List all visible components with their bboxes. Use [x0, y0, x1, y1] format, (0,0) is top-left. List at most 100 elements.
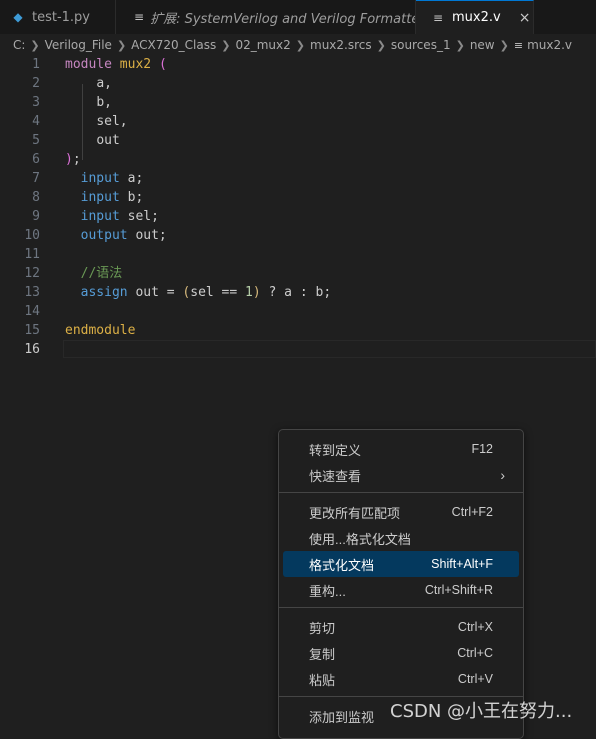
semicolon: ; — [72, 152, 81, 167]
paren: ) — [252, 285, 261, 300]
menu-item-label: 重构... — [309, 583, 346, 599]
line-number: 6 — [32, 152, 40, 167]
menu-item-label: 使用...格式化文档 — [309, 531, 411, 547]
code-line: 1 module mux2 ( — [0, 55, 596, 74]
code-line: 15 endmodule — [0, 321, 596, 340]
keyword: assign — [80, 285, 128, 300]
breadcrumb-item[interactable]: mux2.v — [527, 38, 572, 52]
chevron-right-icon: ❯ — [221, 38, 231, 52]
identifier: out; — [127, 228, 167, 243]
keyword: input — [80, 171, 120, 186]
code-line: 8 input b; — [0, 188, 596, 207]
code-line: 13 assign out = (sel == 1) ? a : b; — [0, 283, 596, 302]
current-line-highlight — [63, 340, 596, 358]
paren: ( — [158, 57, 167, 72]
line-number: 16 — [24, 342, 40, 357]
menu-separator — [279, 492, 523, 493]
watermark: CSDN @小王在努力... — [390, 701, 573, 722]
code-line: 7 input a; — [0, 169, 596, 188]
identifier: sel == — [190, 285, 246, 300]
code-line: 5 out — [0, 131, 596, 150]
menu-item-peek[interactable]: 快速查看 › — [283, 462, 519, 488]
identifier: b; — [119, 190, 144, 205]
code-line: 12 //语法 — [0, 264, 596, 283]
chevron-right-icon: › — [500, 467, 505, 483]
menu-item-copy[interactable]: 复制 Ctrl+C — [283, 640, 519, 666]
breadcrumb-item[interactable]: Verilog_File — [45, 38, 112, 52]
menu-item-label: 剪切 — [309, 620, 336, 636]
menu-item-shortcut: Ctrl+X — [457, 620, 493, 634]
tab-label: test-1.py — [32, 9, 91, 25]
line-number: 11 — [24, 247, 40, 262]
line-number: 10 — [24, 228, 40, 243]
menu-item-label: 添加到监视 — [309, 709, 375, 725]
code-line: 6 ); — [0, 150, 596, 169]
keyword: output — [80, 228, 128, 243]
line-number: 3 — [32, 95, 40, 110]
identifier: sel; — [119, 209, 159, 224]
tab-extension-formatter[interactable]: ≡ 扩展: SystemVerilog and Verilog Formatte… — [116, 0, 416, 34]
breadcrumb-item[interactable]: 02_mux2 — [235, 38, 290, 52]
menu-item-shortcut: Ctrl+V — [457, 672, 493, 686]
tab-label: 扩展: SystemVerilog and Verilog Formatter — [150, 11, 416, 27]
port: b, — [96, 95, 112, 110]
tab-mux2-v[interactable]: ≡ mux2.v × — [416, 0, 534, 34]
menu-item-label: 转到定义 — [309, 442, 362, 458]
code-line: 11 — [0, 245, 596, 264]
breadcrumb-item[interactable]: new — [470, 38, 495, 52]
code-line: 3 b, — [0, 93, 596, 112]
line-number: 4 — [32, 114, 40, 129]
line-number: 1 — [32, 57, 40, 72]
menu-item-go-to-definition[interactable]: 转到定义 F12 — [283, 436, 519, 462]
menu-item-paste[interactable]: 粘贴 Ctrl+V — [283, 666, 519, 692]
keyword: endmodule — [65, 323, 136, 338]
breadcrumb-item[interactable]: ACX720_Class — [131, 38, 216, 52]
line-number: 13 — [24, 285, 40, 300]
menu-item-cut[interactable]: 剪切 Ctrl+X — [283, 614, 519, 640]
keyword: input — [80, 209, 120, 224]
chevron-right-icon: ❯ — [116, 38, 127, 52]
breadcrumb-item[interactable]: sources_1 — [391, 38, 451, 52]
tab-bar: ◆ test-1.py ≡ 扩展: SystemVerilog and Veri… — [0, 0, 596, 34]
code-line: 4 sel, — [0, 112, 596, 131]
keyword: module — [65, 57, 112, 72]
menu-separator — [279, 607, 523, 608]
line-number: 15 — [24, 323, 40, 338]
line-number: 12 — [24, 266, 40, 281]
code-line-current: 16 — [0, 340, 596, 359]
number-literal: 1 — [245, 285, 253, 300]
menu-item-label: 快速查看 — [309, 468, 362, 484]
identifier: out = — [127, 285, 183, 300]
identifier: ? a : b; — [260, 285, 332, 300]
chevron-right-icon: ❯ — [295, 38, 305, 52]
line-number: 5 — [32, 133, 40, 148]
breadcrumb-item[interactable]: C: — [13, 38, 25, 52]
chevron-right-icon: ❯ — [376, 38, 386, 52]
lines-icon: ≡ — [432, 10, 444, 25]
menu-item-format-document[interactable]: 格式化文档 Shift+Alt+F — [283, 551, 519, 577]
breadcrumb: C: ❯ Verilog_File ❯ ACX720_Class ❯ 02_mux2 ❯… — [0, 34, 596, 56]
comment: //语法 — [80, 266, 123, 281]
menu-item-shortcut: Ctrl+F2 — [451, 505, 493, 519]
menu-item-shortcut: Ctrl+C — [457, 646, 493, 660]
line-number: 8 — [32, 190, 40, 205]
menu-item-format-document-with[interactable]: 使用...格式化文档 — [283, 525, 519, 551]
context-menu: 转到定义 F12 快速查看 › 更改所有匹配项 Ctrl+F2 使用...格式化… — [278, 429, 524, 739]
menu-item-change-all-occurrences[interactable]: 更改所有匹配项 Ctrl+F2 — [283, 499, 519, 525]
python-file-icon: ◆ — [13, 10, 23, 24]
tab-test-1-py[interactable]: ◆ test-1.py — [0, 0, 116, 34]
menu-item-shortcut: Ctrl+Shift+R — [424, 583, 493, 597]
menu-item-refactor[interactable]: 重构... Ctrl+Shift+R — [283, 577, 519, 603]
menu-item-shortcut: F12 — [471, 442, 493, 456]
close-icon[interactable]: × — [519, 10, 531, 26]
breadcrumb-item[interactable]: mux2.srcs — [310, 38, 372, 52]
menu-item-label: 格式化文档 — [309, 557, 375, 573]
identifier: a; — [119, 171, 144, 186]
port: out — [96, 133, 120, 148]
code-line: 2 a, — [0, 74, 596, 93]
paren: ) — [65, 152, 73, 167]
preview-lines-icon: ≡ — [134, 10, 145, 24]
line-number: 9 — [32, 209, 40, 224]
keyword: input — [80, 190, 120, 205]
code-line: 9 input sel; — [0, 207, 596, 226]
